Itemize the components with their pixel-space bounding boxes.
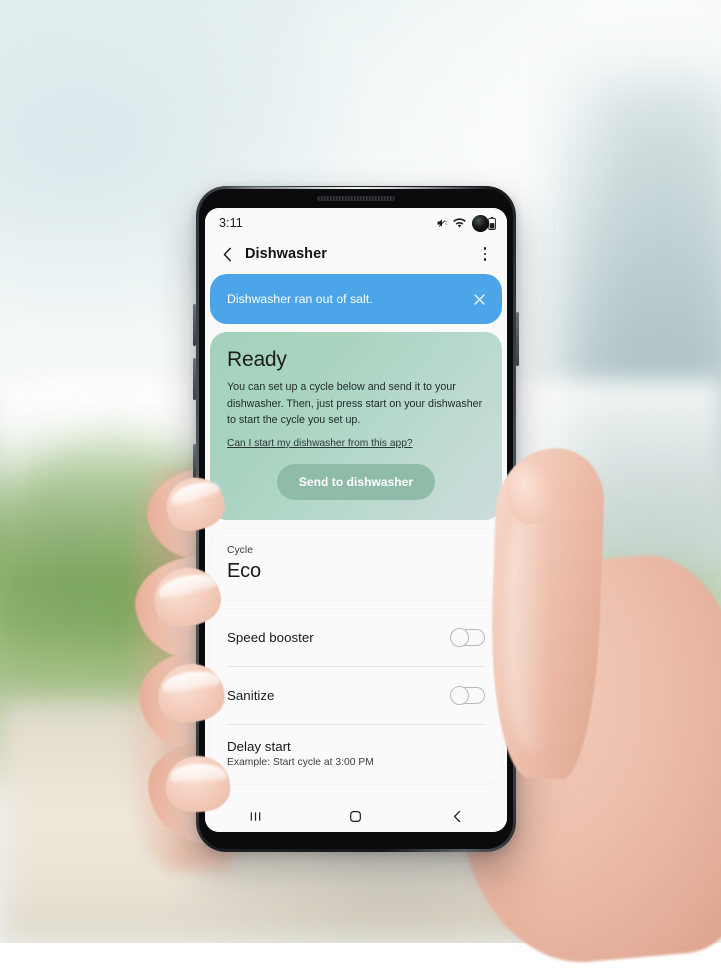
status-bar: 3:11 xyxy=(205,208,507,238)
ready-title: Ready xyxy=(227,349,485,370)
phone-device: 3:11 xyxy=(196,186,516,852)
page-title: Dishwasher xyxy=(245,246,327,262)
toggle-knob xyxy=(450,628,469,647)
earpiece-speaker xyxy=(317,196,395,201)
notification-banner[interactable]: Dishwasher ran out of salt. xyxy=(210,274,502,324)
setting-row-delay-start[interactable]: Delay start Example: Start cycle at 3:00… xyxy=(227,725,485,784)
kebab-dot xyxy=(484,247,487,250)
mute-icon xyxy=(436,217,448,229)
help-link[interactable]: Can I start my dishwasher from this app? xyxy=(227,438,485,449)
kebab-dot xyxy=(484,253,487,256)
back-chevron-icon[interactable] xyxy=(216,243,238,265)
speed-booster-label: Speed booster xyxy=(227,630,450,645)
ready-status-card: Ready You can set up a cycle below and s… xyxy=(210,332,502,520)
sanitize-toggle[interactable] xyxy=(450,686,485,705)
navigation-bar xyxy=(205,800,507,832)
delay-start-label: Delay start xyxy=(227,739,485,754)
app-bar: Dishwasher xyxy=(205,238,507,270)
wifi-icon xyxy=(453,217,466,229)
send-button-wrap: Send to dishwasher xyxy=(227,449,485,520)
banner-message: Dishwasher ran out of salt. xyxy=(227,292,468,306)
delay-start-example: Example: Start cycle at 3:00 PM xyxy=(227,757,485,768)
volume-down-button[interactable] xyxy=(193,358,196,400)
setting-row-sanitize[interactable]: Sanitize xyxy=(227,667,485,724)
phone-bezel: 3:11 xyxy=(199,189,513,849)
battery-icon xyxy=(488,217,496,230)
recents-icon[interactable] xyxy=(229,801,281,831)
cycle-label: Cycle xyxy=(227,545,485,556)
back-icon[interactable] xyxy=(431,801,483,831)
kebab-dot xyxy=(484,258,487,261)
ready-description: You can set up a cycle below and send it… xyxy=(227,379,485,429)
status-clock: 3:11 xyxy=(219,216,243,230)
settings-card: Speed booster Sanitize xyxy=(210,609,502,784)
cycle-value: Eco xyxy=(227,561,485,582)
power-button[interactable] xyxy=(516,312,519,366)
thumb-highlight xyxy=(506,500,566,750)
setting-row-speed-booster[interactable]: Speed booster xyxy=(227,609,485,666)
sanitize-label: Sanitize xyxy=(227,688,450,703)
bixby-button[interactable] xyxy=(193,444,196,478)
phone-screen: 3:11 xyxy=(205,208,507,832)
speed-booster-toggle[interactable] xyxy=(450,628,485,647)
home-icon[interactable] xyxy=(330,801,382,831)
send-to-dishwasher-button[interactable]: Send to dishwasher xyxy=(277,464,435,500)
cycle-card[interactable]: Cycle Eco xyxy=(210,529,502,600)
volume-up-button[interactable] xyxy=(193,304,196,346)
toggle-knob xyxy=(450,686,469,705)
overflow-menu-icon[interactable] xyxy=(475,243,495,265)
close-icon[interactable] xyxy=(468,288,490,310)
punch-hole-camera-icon xyxy=(472,215,489,232)
main-content: Dishwasher ran out of salt. Ready You ca… xyxy=(205,270,507,832)
